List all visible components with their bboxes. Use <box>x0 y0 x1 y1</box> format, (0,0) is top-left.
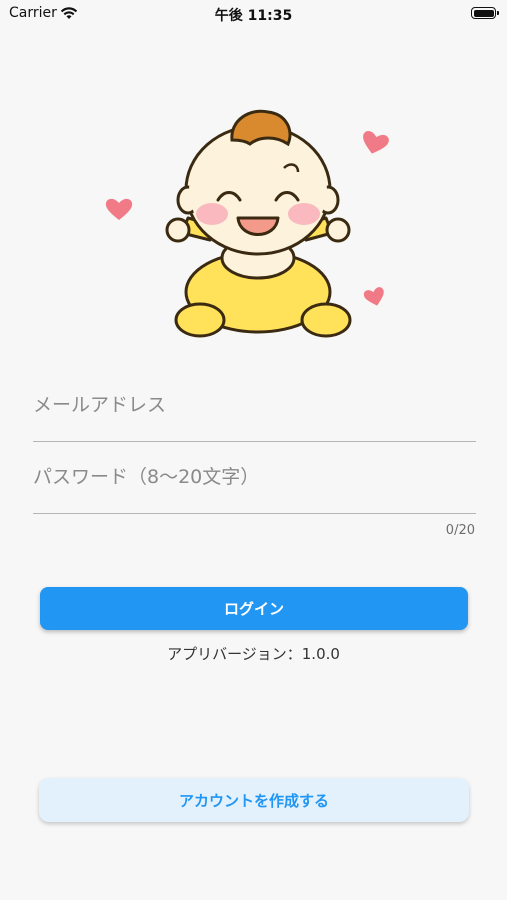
baby-illustration <box>100 100 410 345</box>
heart-icon <box>363 287 384 306</box>
password-field[interactable] <box>33 464 476 514</box>
create-account-button[interactable]: アカウントを作成する <box>39 778 469 822</box>
password-input[interactable] <box>33 466 476 488</box>
clock: 午後 11:35 <box>214 8 293 24</box>
login-button[interactable]: ログイン <box>40 587 468 630</box>
password-char-counter: 0/20 <box>445 523 475 538</box>
heart-icon <box>105 198 133 220</box>
email-field[interactable] <box>33 392 476 442</box>
app-version-label: アプリバージョン：1.0.0 <box>167 645 340 663</box>
status-bar: Carrier 午後 11:35 <box>0 0 507 28</box>
heart-icon <box>363 130 389 154</box>
email-input[interactable] <box>33 394 476 416</box>
battery-icon <box>471 7 499 19</box>
